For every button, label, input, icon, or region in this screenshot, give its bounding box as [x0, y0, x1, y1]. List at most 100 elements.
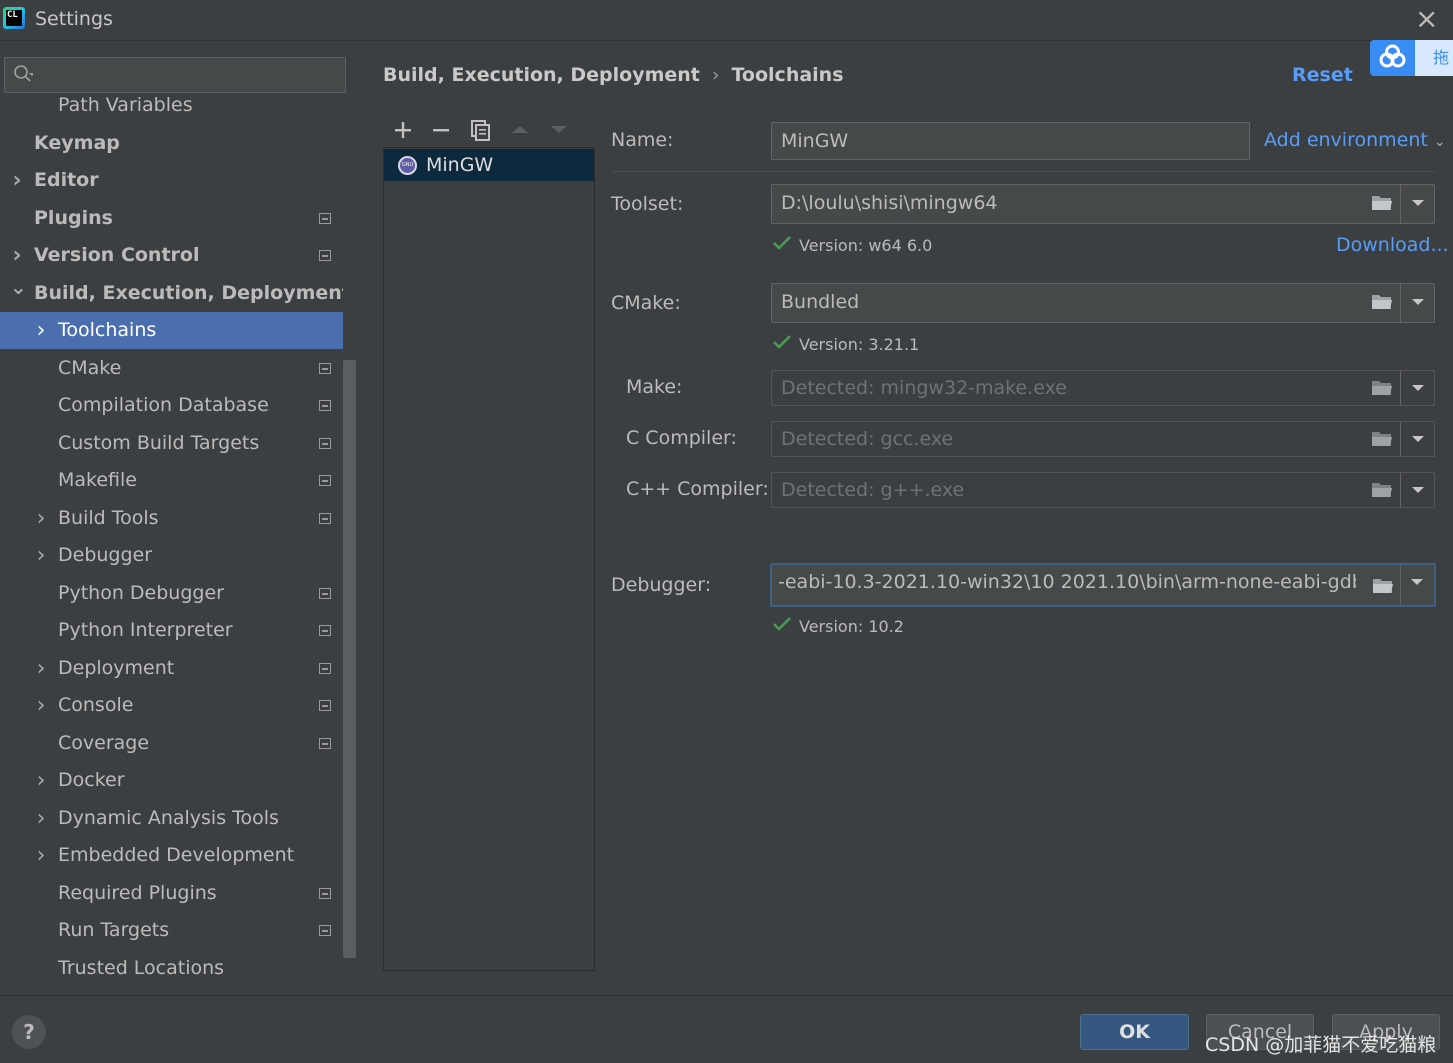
cpp-compiler-combo[interactable]: Detected: g++.exe — [771, 472, 1435, 508]
sidebar-item[interactable]: CMake — [0, 350, 343, 387]
sidebar-item[interactable]: › Deployment — [0, 650, 343, 687]
chevron-right-icon[interactable]: › — [34, 800, 48, 837]
sidebar-item[interactable]: › Editor — [0, 162, 343, 199]
cmake-label: CMake: — [611, 292, 681, 314]
sidebar-item-label: Dynamic Analysis Tools — [58, 807, 279, 829]
sidebar-item[interactable]: Required Plugins — [0, 875, 343, 912]
sidebar-item[interactable]: › Debugger — [0, 537, 343, 574]
copy-icon[interactable] — [466, 113, 496, 147]
breadcrumb-parent[interactable]: Build, Execution, Deployment — [383, 64, 700, 86]
window-title: Settings — [35, 8, 113, 30]
folder-icon[interactable] — [1371, 430, 1393, 447]
sidebar-item[interactable]: Trusted Locations — [0, 950, 343, 987]
project-scope-icon — [319, 475, 331, 486]
settings-tree: Path Variables Keymap › Editor Plugins › Versi… — [0, 93, 343, 993]
sidebar-item-label: Console — [58, 694, 134, 716]
c-compiler-label: C Compiler: — [626, 427, 737, 449]
c-compiler-placeholder: Detected: gcc.exe — [781, 428, 954, 450]
toolchain-item-mingw[interactable]: MinGW — [384, 149, 594, 181]
sidebar-item-label: Docker — [58, 769, 125, 791]
chevron-right-icon[interactable]: › — [34, 312, 48, 349]
debugger-combo[interactable]: -eabi-10.3-2021.10-win32\10 2021.10\bin\… — [770, 563, 1436, 607]
sidebar-item[interactable]: Plugins — [0, 200, 343, 237]
chevron-right-icon[interactable]: › — [10, 162, 24, 199]
sidebar-item[interactable]: › Toolchains — [0, 312, 343, 349]
search-icon — [14, 65, 33, 82]
sidebar-item-label: Version Control — [34, 244, 200, 266]
project-scope-icon — [319, 213, 331, 224]
sidebar-item[interactable]: › Build Tools — [0, 500, 343, 537]
sidebar-item[interactable]: › Dynamic Analysis Tools — [0, 800, 343, 837]
folder-icon[interactable] — [1371, 194, 1393, 211]
project-scope-icon — [319, 588, 331, 599]
download-link[interactable]: Download... — [1336, 234, 1449, 256]
name-field[interactable]: MinGW — [771, 122, 1250, 160]
dropdown-arrow-icon[interactable] — [1400, 371, 1434, 405]
folder-icon[interactable] — [1371, 293, 1393, 310]
sidebar-item-label: Build, Execution, Deployment — [34, 282, 343, 304]
close-icon[interactable]: × — [1415, 4, 1438, 34]
sidebar-scrollbar[interactable] — [343, 360, 356, 958]
chevron-right-icon[interactable]: › — [34, 687, 48, 724]
folder-icon[interactable] — [1372, 577, 1394, 594]
sidebar-item[interactable]: Coverage — [0, 725, 343, 762]
chevron-right-icon[interactable]: › — [34, 500, 48, 537]
sidebar-item[interactable]: ⌄ Build, Execution, Deployment — [0, 275, 343, 312]
baidu-netdisk-widget[interactable]: 拖 — [1370, 40, 1453, 76]
baidu-drag-text: 拖 — [1415, 40, 1453, 76]
sidebar-item-label: Plugins — [34, 207, 113, 229]
folder-icon[interactable] — [1371, 481, 1393, 498]
sidebar-item[interactable]: Keymap — [0, 125, 343, 162]
sidebar-item-label: Build Tools — [58, 507, 159, 529]
sidebar-item[interactable]: Path Variables — [0, 93, 343, 124]
sidebar-item[interactable]: Makefile — [0, 462, 343, 499]
toolset-combo[interactable]: D:\loulu\shisi\mingw64 — [771, 184, 1435, 224]
sidebar-item-label: Deployment — [58, 657, 175, 679]
minus-icon[interactable] — [426, 113, 456, 147]
c-compiler-combo[interactable]: Detected: gcc.exe — [771, 421, 1435, 457]
dropdown-arrow-icon[interactable] — [1400, 473, 1434, 507]
project-scope-icon — [319, 663, 331, 674]
sidebar-item[interactable]: › Console — [0, 687, 343, 724]
sidebar-item-label: Debugger — [58, 544, 153, 566]
toolset-value: D:\loulu\shisi\mingw64 — [781, 192, 998, 214]
dropdown-arrow-icon[interactable] — [1400, 565, 1434, 605]
project-scope-icon — [319, 513, 331, 524]
help-button[interactable]: ? — [12, 1015, 46, 1049]
sidebar-item[interactable]: Python Interpreter — [0, 612, 343, 649]
chevron-right-icon[interactable]: › — [34, 762, 48, 799]
sidebar-item-label: Trusted Locations — [58, 957, 225, 979]
plus-icon[interactable] — [388, 113, 418, 147]
breadcrumb-current: Toolchains — [731, 64, 844, 86]
dropdown-arrow-icon[interactable] — [1400, 185, 1434, 223]
dropdown-arrow-icon[interactable] — [1400, 284, 1434, 322]
sidebar-item[interactable]: Python Debugger — [0, 575, 343, 612]
sidebar-item[interactable]: Run Targets — [0, 912, 343, 949]
search-input[interactable] — [4, 57, 346, 93]
reset-link[interactable]: Reset — [1292, 64, 1353, 86]
chevron-right-icon[interactable]: › — [34, 650, 48, 687]
project-scope-icon — [319, 738, 331, 749]
settings-sidebar: Path Variables Keymap › Editor Plugins › Versi… — [0, 42, 357, 995]
make-combo[interactable]: Detected: mingw32-make.exe — [771, 370, 1435, 406]
sidebar-item[interactable]: › Docker — [0, 762, 343, 799]
chevron-right-icon[interactable]: › — [34, 837, 48, 874]
chevron-right-icon[interactable]: › — [34, 537, 48, 574]
sidebar-item[interactable]: Compilation Database — [0, 387, 343, 424]
add-environment-link[interactable]: Add environment ⌄ — [1264, 129, 1446, 151]
chevron-down-icon[interactable]: ⌄ — [10, 269, 27, 306]
breadcrumb: Build, Execution, Deployment › Toolchains — [383, 64, 844, 86]
name-label: Name: — [611, 129, 674, 151]
clion-app-icon: CL — [3, 7, 25, 29]
ok-button[interactable]: OK — [1080, 1014, 1189, 1050]
project-scope-icon — [319, 700, 331, 711]
sidebar-item[interactable]: Custom Build Targets — [0, 425, 343, 462]
folder-icon[interactable] — [1371, 379, 1393, 396]
sidebar-item[interactable]: › Embedded Development — [0, 837, 343, 874]
sidebar-item[interactable]: › Version Control — [0, 237, 343, 274]
cmake-combo[interactable]: Bundled — [771, 283, 1435, 323]
title-bar: CL Settings × — [0, 0, 1453, 41]
debugger-value: -eabi-10.3-2021.10-win32\10 2021.10\bin\… — [778, 571, 1356, 593]
dropdown-arrow-icon[interactable] — [1400, 422, 1434, 456]
project-scope-icon — [319, 438, 331, 449]
